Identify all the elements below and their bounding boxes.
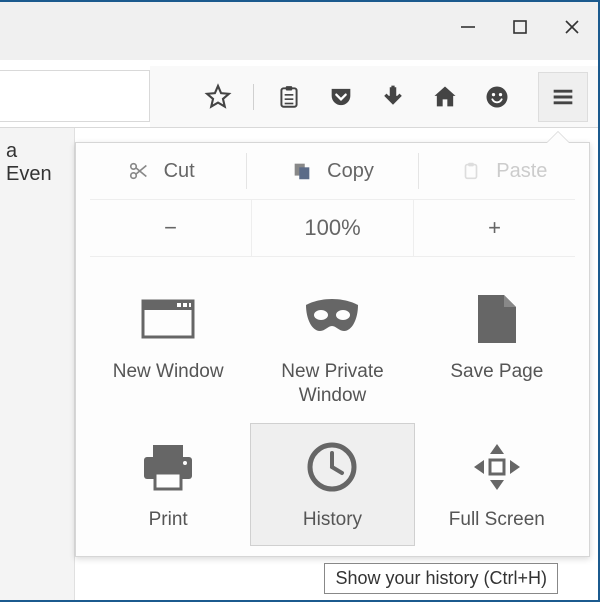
- plus-icon: +: [488, 215, 501, 241]
- paste-icon: [460, 160, 482, 182]
- home-button[interactable]: [428, 80, 462, 114]
- printer-icon: [138, 434, 198, 500]
- toolbar-icons: [150, 66, 598, 127]
- mask-icon: [300, 286, 364, 352]
- history-label: History: [303, 508, 362, 532]
- zoom-level-label: 100%: [304, 215, 360, 241]
- minimize-button[interactable]: [442, 7, 494, 47]
- toolbar-separator: [253, 84, 254, 110]
- save-page-button[interactable]: Save Page: [415, 275, 579, 423]
- clipboard-button[interactable]: [272, 80, 306, 114]
- copy-button[interactable]: Copy: [247, 153, 418, 189]
- maximize-button[interactable]: [494, 7, 546, 47]
- downloads-button[interactable]: [376, 80, 410, 114]
- close-button[interactable]: [546, 7, 598, 47]
- toolbar: [0, 66, 598, 128]
- hamburger-icon: [549, 83, 577, 111]
- minus-icon: −: [164, 215, 177, 241]
- paste-button: Paste: [419, 153, 589, 189]
- page-icon: [474, 286, 520, 352]
- private-window-label: New Private Window: [255, 360, 409, 408]
- history-tooltip: Show your history (Ctrl+H): [324, 563, 558, 594]
- smiley-icon: [483, 83, 511, 111]
- minimize-icon: [459, 18, 477, 36]
- zoom-level[interactable]: 100%: [252, 200, 414, 256]
- left-panel-text: a Even: [6, 140, 52, 185]
- history-button[interactable]: History: [250, 423, 414, 547]
- zoom-out-button[interactable]: −: [90, 200, 252, 256]
- close-icon: [563, 18, 581, 36]
- new-window-label: New Window: [113, 360, 224, 384]
- save-page-label: Save Page: [450, 360, 543, 384]
- fullscreen-label: Full Screen: [449, 508, 545, 532]
- window-icon: [139, 286, 197, 352]
- tooltip-text: Show your history (Ctrl+H): [335, 568, 547, 588]
- maximize-icon: [512, 19, 528, 35]
- window-titlebar: [0, 2, 598, 60]
- feedback-button[interactable]: [480, 80, 514, 114]
- pocket-button[interactable]: [324, 80, 358, 114]
- download-arrow-icon: [380, 84, 406, 110]
- copy-icon: [291, 160, 313, 182]
- address-bar[interactable]: [0, 70, 150, 122]
- fullscreen-button[interactable]: Full Screen: [415, 423, 579, 547]
- cut-label: Cut: [164, 160, 195, 183]
- print-button[interactable]: Print: [86, 423, 250, 547]
- zoom-in-button[interactable]: +: [414, 200, 575, 256]
- left-panel: a Even: [0, 128, 75, 600]
- clock-icon: [305, 434, 359, 500]
- new-window-button[interactable]: New Window: [86, 275, 250, 423]
- cut-button[interactable]: Cut: [76, 153, 247, 189]
- fullscreen-icon: [470, 434, 524, 500]
- clipboard-icon: [276, 84, 302, 110]
- edit-row: Cut Copy Paste: [76, 143, 589, 199]
- menu-grid: New Window New Private Window Save Page …: [76, 257, 589, 556]
- home-icon: [431, 83, 459, 111]
- copy-label: Copy: [327, 160, 374, 183]
- zoom-row: − 100% +: [90, 199, 575, 257]
- menu-button[interactable]: [538, 72, 588, 122]
- menu-panel: Cut Copy Paste − 100% + New Window: [75, 142, 590, 557]
- bookmark-star-button[interactable]: [201, 80, 235, 114]
- print-label: Print: [149, 508, 188, 532]
- scissors-icon: [128, 160, 150, 182]
- private-window-button[interactable]: New Private Window: [250, 275, 414, 423]
- star-icon: [204, 83, 232, 111]
- paste-label: Paste: [496, 160, 547, 183]
- pocket-icon: [327, 83, 355, 111]
